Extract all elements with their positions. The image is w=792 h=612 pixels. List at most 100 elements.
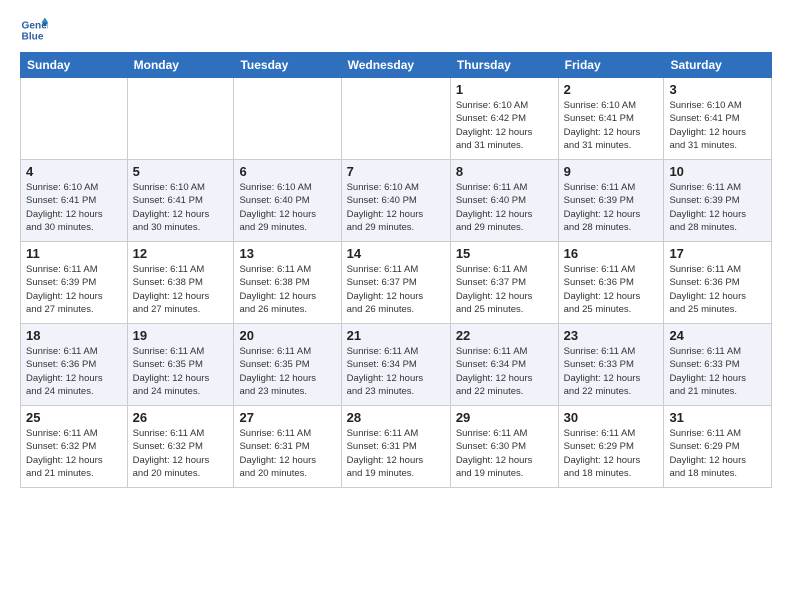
day-cell: 7 Sunrise: 6:10 AM Sunset: 6:40 PM Daylig…	[341, 160, 450, 242]
day-cell: 23 Sunrise: 6:11 AM Sunset: 6:33 PM Dayli…	[558, 324, 664, 406]
day-info: Sunrise: 6:11 AM Sunset: 6:36 PM Dayligh…	[26, 345, 122, 398]
day-number: 11	[26, 246, 122, 261]
week-row-3: 11 Sunrise: 6:11 AM Sunset: 6:39 PM Dayli…	[21, 242, 772, 324]
day-cell: 8 Sunrise: 6:11 AM Sunset: 6:40 PM Daylig…	[450, 160, 558, 242]
logo-icon: General Blue	[20, 16, 48, 44]
day-info: Sunrise: 6:10 AM Sunset: 6:41 PM Dayligh…	[564, 99, 659, 152]
day-info: Sunrise: 6:11 AM Sunset: 6:34 PM Dayligh…	[456, 345, 553, 398]
day-number: 23	[564, 328, 659, 343]
col-header-sunday: Sunday	[21, 53, 128, 78]
day-cell: 6 Sunrise: 6:10 AM Sunset: 6:40 PM Daylig…	[234, 160, 341, 242]
day-cell: 24Sunrise: 6:11 AM Sunset: 6:33 PM Dayli…	[664, 324, 772, 406]
day-info: Sunrise: 6:11 AM Sunset: 6:39 PM Dayligh…	[564, 181, 659, 234]
day-info: Sunrise: 6:11 AM Sunset: 6:39 PM Dayligh…	[669, 181, 766, 234]
day-number: 15	[456, 246, 553, 261]
col-header-friday: Friday	[558, 53, 664, 78]
day-info: Sunrise: 6:11 AM Sunset: 6:39 PM Dayligh…	[26, 263, 122, 316]
header: General Blue	[20, 16, 772, 44]
day-info: Sunrise: 6:11 AM Sunset: 6:35 PM Dayligh…	[239, 345, 335, 398]
header-row: SundayMondayTuesdayWednesdayThursdayFrid…	[21, 53, 772, 78]
day-number: 7	[347, 164, 445, 179]
logo: General Blue	[20, 16, 52, 44]
day-info: Sunrise: 6:11 AM Sunset: 6:30 PM Dayligh…	[456, 427, 553, 480]
day-number: 18	[26, 328, 122, 343]
day-cell: 12 Sunrise: 6:11 AM Sunset: 6:38 PM Dayli…	[127, 242, 234, 324]
day-number: 14	[347, 246, 445, 261]
day-cell: 5Sunrise: 6:10 AM Sunset: 6:41 PM Daylig…	[127, 160, 234, 242]
day-number: 5	[133, 164, 229, 179]
day-cell: 27Sunrise: 6:11 AM Sunset: 6:31 PM Dayli…	[234, 406, 341, 488]
day-info: Sunrise: 6:11 AM Sunset: 6:36 PM Dayligh…	[564, 263, 659, 316]
col-header-thursday: Thursday	[450, 53, 558, 78]
day-cell: 11 Sunrise: 6:11 AM Sunset: 6:39 PM Dayli…	[21, 242, 128, 324]
day-number: 22	[456, 328, 553, 343]
calendar-table: SundayMondayTuesdayWednesdayThursdayFrid…	[20, 52, 772, 488]
day-number: 16	[564, 246, 659, 261]
day-cell: 26 Sunrise: 6:11 AM Sunset: 6:32 PM Dayli…	[127, 406, 234, 488]
day-number: 20	[239, 328, 335, 343]
day-number: 27	[239, 410, 335, 425]
day-info: Sunrise: 6:11 AM Sunset: 6:32 PM Dayligh…	[26, 427, 122, 480]
day-number: 3	[669, 82, 766, 97]
day-cell: 15Sunrise: 6:11 AM Sunset: 6:37 PM Dayli…	[450, 242, 558, 324]
day-number: 9	[564, 164, 659, 179]
day-cell	[21, 78, 128, 160]
day-info: Sunrise: 6:11 AM Sunset: 6:38 PM Dayligh…	[239, 263, 335, 316]
day-number: 30	[564, 410, 659, 425]
day-cell: 18 Sunrise: 6:11 AM Sunset: 6:36 PM Dayli…	[21, 324, 128, 406]
day-cell: 4 Sunrise: 6:10 AM Sunset: 6:41 PM Daylig…	[21, 160, 128, 242]
day-info: Sunrise: 6:11 AM Sunset: 6:31 PM Dayligh…	[347, 427, 445, 480]
day-cell: 20 Sunrise: 6:11 AM Sunset: 6:35 PM Dayli…	[234, 324, 341, 406]
day-info: Sunrise: 6:10 AM Sunset: 6:42 PM Dayligh…	[456, 99, 553, 152]
day-info: Sunrise: 6:11 AM Sunset: 6:34 PM Dayligh…	[347, 345, 445, 398]
day-cell: 16 Sunrise: 6:11 AM Sunset: 6:36 PM Dayli…	[558, 242, 664, 324]
col-header-monday: Monday	[127, 53, 234, 78]
col-header-tuesday: Tuesday	[234, 53, 341, 78]
day-cell: 17 Sunrise: 6:11 AM Sunset: 6:36 PM Dayli…	[664, 242, 772, 324]
day-number: 28	[347, 410, 445, 425]
day-cell: 31Sunrise: 6:11 AM Sunset: 6:29 PM Dayli…	[664, 406, 772, 488]
day-cell: 14Sunrise: 6:11 AM Sunset: 6:37 PM Dayli…	[341, 242, 450, 324]
day-cell: 19Sunrise: 6:11 AM Sunset: 6:35 PM Dayli…	[127, 324, 234, 406]
page: General Blue SundayMondayTuesdayWednesda…	[0, 0, 792, 498]
day-number: 17	[669, 246, 766, 261]
day-number: 26	[133, 410, 229, 425]
day-number: 4	[26, 164, 122, 179]
day-number: 12	[133, 246, 229, 261]
day-number: 19	[133, 328, 229, 343]
day-info: Sunrise: 6:10 AM Sunset: 6:40 PM Dayligh…	[239, 181, 335, 234]
day-number: 1	[456, 82, 553, 97]
day-info: Sunrise: 6:11 AM Sunset: 6:40 PM Dayligh…	[456, 181, 553, 234]
week-row-1: 1 Sunrise: 6:10 AM Sunset: 6:42 PM Daylig…	[21, 78, 772, 160]
day-cell	[127, 78, 234, 160]
day-cell	[341, 78, 450, 160]
day-number: 25	[26, 410, 122, 425]
day-info: Sunrise: 6:10 AM Sunset: 6:41 PM Dayligh…	[26, 181, 122, 234]
day-cell	[234, 78, 341, 160]
day-cell: 21 Sunrise: 6:11 AM Sunset: 6:34 PM Dayli…	[341, 324, 450, 406]
day-cell: 9 Sunrise: 6:11 AM Sunset: 6:39 PM Daylig…	[558, 160, 664, 242]
day-info: Sunrise: 6:10 AM Sunset: 6:40 PM Dayligh…	[347, 181, 445, 234]
day-cell: 13Sunrise: 6:11 AM Sunset: 6:38 PM Dayli…	[234, 242, 341, 324]
day-info: Sunrise: 6:11 AM Sunset: 6:33 PM Dayligh…	[669, 345, 766, 398]
day-number: 21	[347, 328, 445, 343]
svg-text:Blue: Blue	[22, 31, 44, 42]
day-number: 31	[669, 410, 766, 425]
week-row-5: 25 Sunrise: 6:11 AM Sunset: 6:32 PM Dayli…	[21, 406, 772, 488]
week-row-4: 18 Sunrise: 6:11 AM Sunset: 6:36 PM Dayli…	[21, 324, 772, 406]
day-cell: 29Sunrise: 6:11 AM Sunset: 6:30 PM Dayli…	[450, 406, 558, 488]
col-header-wednesday: Wednesday	[341, 53, 450, 78]
week-row-2: 4 Sunrise: 6:10 AM Sunset: 6:41 PM Daylig…	[21, 160, 772, 242]
day-info: Sunrise: 6:10 AM Sunset: 6:41 PM Dayligh…	[669, 99, 766, 152]
day-info: Sunrise: 6:11 AM Sunset: 6:38 PM Dayligh…	[133, 263, 229, 316]
day-info: Sunrise: 6:11 AM Sunset: 6:29 PM Dayligh…	[564, 427, 659, 480]
day-info: Sunrise: 6:11 AM Sunset: 6:36 PM Dayligh…	[669, 263, 766, 316]
day-number: 8	[456, 164, 553, 179]
col-header-saturday: Saturday	[664, 53, 772, 78]
day-number: 6	[239, 164, 335, 179]
day-cell: 22 Sunrise: 6:11 AM Sunset: 6:34 PM Dayli…	[450, 324, 558, 406]
day-cell: 28 Sunrise: 6:11 AM Sunset: 6:31 PM Dayli…	[341, 406, 450, 488]
day-cell: 1 Sunrise: 6:10 AM Sunset: 6:42 PM Daylig…	[450, 78, 558, 160]
day-info: Sunrise: 6:11 AM Sunset: 6:32 PM Dayligh…	[133, 427, 229, 480]
day-info: Sunrise: 6:11 AM Sunset: 6:33 PM Dayligh…	[564, 345, 659, 398]
